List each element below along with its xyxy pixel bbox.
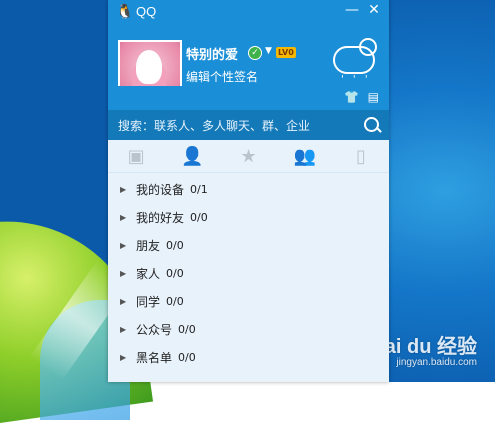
chat-icon: ▣	[127, 145, 145, 167]
tab-chat[interactable]: ▣	[108, 140, 164, 172]
group-name: 黑名单	[136, 350, 173, 365]
window-title: QQ	[136, 4, 157, 19]
level-badge[interactable]: LV0	[276, 47, 296, 58]
tab-phone[interactable]: ▯	[333, 140, 389, 172]
search-input[interactable]	[108, 110, 360, 142]
search-bar	[108, 110, 389, 142]
signature-field[interactable]: 编辑个性签名	[186, 68, 258, 85]
expand-arrow-icon: ▶	[120, 184, 127, 194]
group-count: 0/0	[190, 210, 208, 224]
cloud-icon	[333, 46, 375, 74]
groups-icon: 👥	[293, 145, 316, 167]
group-row[interactable]: ▶ 我的好友 0/0	[108, 203, 389, 231]
online-status-icon[interactable]: ✓	[248, 46, 262, 60]
minimize-button[interactable]: —	[343, 2, 361, 20]
group-count: 0/0	[178, 322, 196, 336]
tab-groups[interactable]: 👥	[277, 140, 333, 172]
nickname[interactable]: 特别的爱	[186, 44, 238, 63]
status-dropdown-icon[interactable]: ▼	[265, 46, 272, 56]
group-name: 公众号	[136, 322, 173, 337]
shirt-icon[interactable]: 👕	[344, 90, 359, 104]
group-name: 家人	[136, 266, 161, 281]
title-bar: 🐧 QQ — ✕	[108, 0, 389, 24]
avatar-face	[136, 50, 162, 84]
skin-icon[interactable]: ▤	[368, 90, 379, 104]
group-row[interactable]: ▶ 朋友 0/0	[108, 231, 389, 259]
qq-main-panel: 🐧 QQ — ✕ 特别的爱 ✓ ▼ LV0 编辑个性签名 ☆ ✉ APP ¥ ✧…	[108, 0, 389, 382]
search-icon[interactable]	[364, 117, 379, 132]
main-tabs: ▣ 👤 ★ 👥 ▯	[108, 140, 389, 173]
expand-arrow-icon: ▶	[120, 268, 127, 278]
group-name: 我的设备	[136, 182, 185, 197]
weather-icon[interactable]: ' ' '	[329, 38, 379, 85]
phone-icon: ▯	[355, 145, 366, 167]
group-count: 0/0	[178, 350, 196, 364]
profile-footer: 👕 ▤	[108, 86, 389, 110]
group-name: 同学	[136, 294, 161, 309]
expand-arrow-icon: ▶	[120, 296, 127, 306]
group-name: 朋友	[136, 238, 161, 253]
tab-favorites[interactable]: ★	[220, 140, 276, 172]
favorites-icon: ★	[240, 145, 257, 167]
penguin-logo-icon: 🐧	[116, 4, 134, 20]
expand-arrow-icon: ▶	[120, 352, 127, 362]
expand-arrow-icon: ▶	[120, 324, 127, 334]
group-count: 0/0	[166, 266, 184, 280]
contacts-icon: 👤	[181, 145, 204, 167]
expand-arrow-icon: ▶	[120, 240, 127, 250]
group-count: 0/0	[166, 238, 184, 252]
rain-icon: ' ' '	[341, 74, 371, 85]
tab-contacts[interactable]: 👤	[164, 140, 220, 172]
close-button[interactable]: ✕	[365, 2, 383, 20]
contact-groups: ▶ 我的设备 0/1 ▶ 我的好友 0/0 ▶ 朋友 0/0 ▶ 家人 0/0 …	[108, 173, 389, 371]
group-row[interactable]: ▶ 公众号 0/0	[108, 315, 389, 343]
group-count: 0/1	[190, 182, 208, 196]
group-name: 我的好友	[136, 210, 185, 225]
group-row[interactable]: ▶ 我的设备 0/1	[108, 175, 389, 203]
group-row[interactable]: ▶ 黑名单 0/0	[108, 343, 389, 371]
expand-arrow-icon: ▶	[120, 212, 127, 222]
group-count: 0/0	[166, 294, 184, 308]
group-row[interactable]: ▶ 同学 0/0	[108, 287, 389, 315]
group-row[interactable]: ▶ 家人 0/0	[108, 259, 389, 287]
